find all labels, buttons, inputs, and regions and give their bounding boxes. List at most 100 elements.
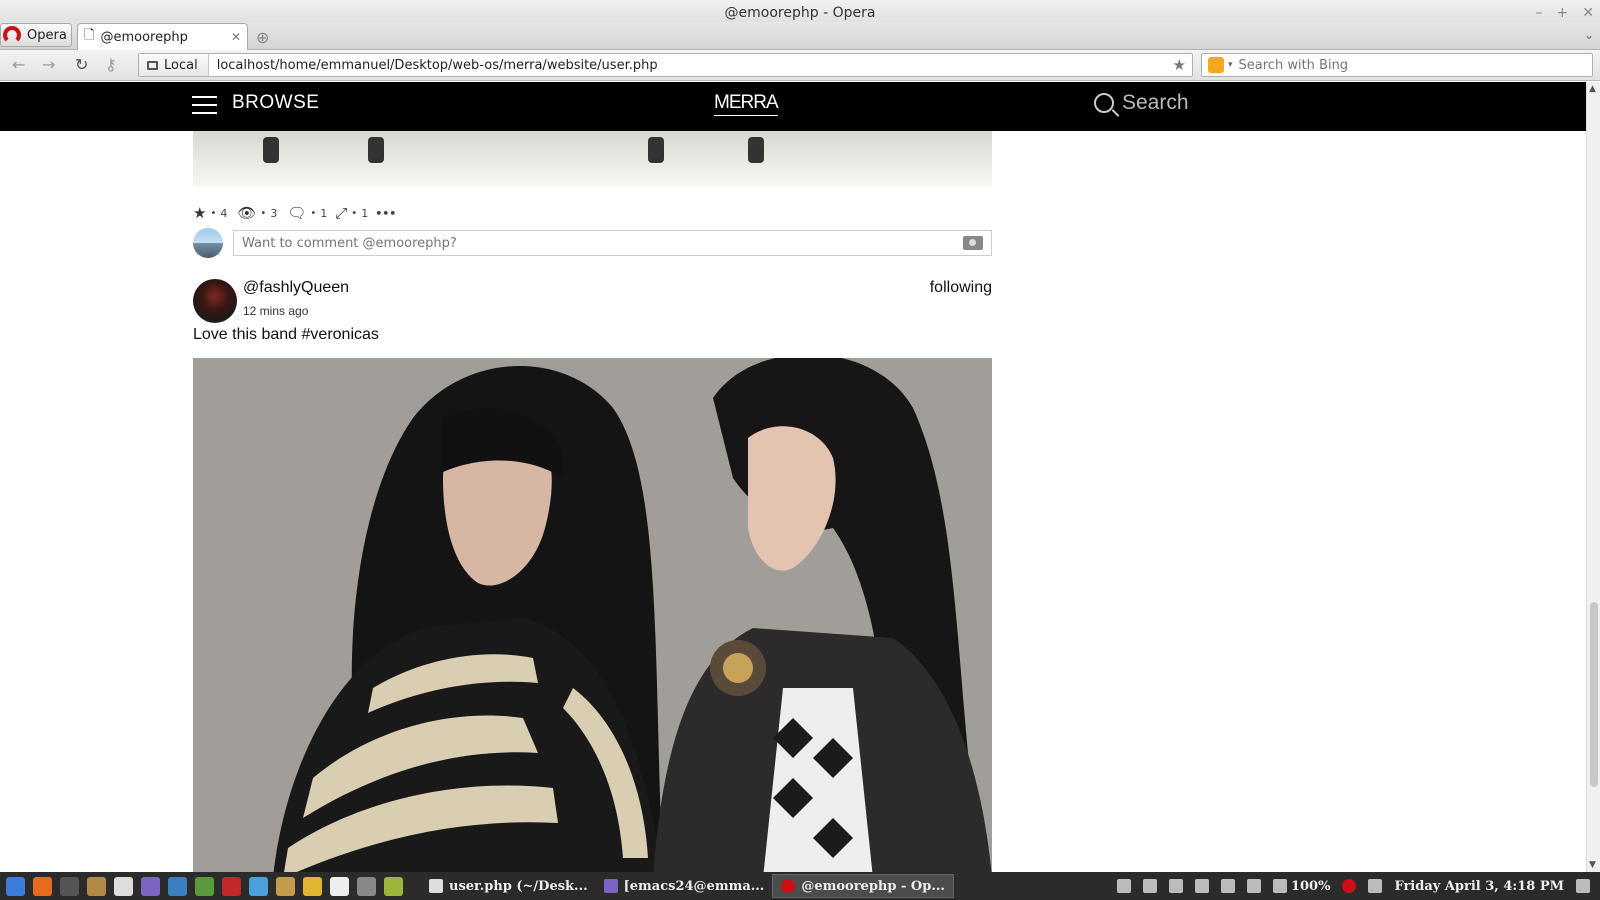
- page-icon: 🗋: [84, 28, 95, 43]
- navigation-bar: ← → ↻ ⚷ Local localhost/home/emmanuel/De…: [0, 50, 1600, 81]
- comment-box[interactable]: [233, 230, 992, 256]
- bookmark-star-icon[interactable]: ★: [1173, 56, 1192, 74]
- tab-label: @emoorephp: [100, 29, 188, 45]
- taskbar: user.php (~/Desk... [emacs24@emma... @em…: [0, 872, 1600, 900]
- page-viewport: BROWSE MERRA Search ★ • 4 👁 • 3 🗨 • 1 ⤢ • 1 …: [0, 82, 1586, 872]
- site-logo[interactable]: MERRA: [714, 92, 779, 116]
- opera-tray-icon[interactable]: [1342, 879, 1357, 893]
- opera-task-icon: [781, 879, 796, 893]
- post-stats: ★ • 4 👁 • 3 🗨 • 1 ⤢ • 1 •••: [193, 204, 397, 222]
- tab-strip: Opera 🗋 @emoorephp ✕ ⊕ ⌄: [0, 22, 1600, 50]
- task-user-php[interactable]: user.php (~/Desk...: [421, 874, 596, 898]
- opera-menu-label: Opera: [27, 27, 67, 43]
- camera-icon[interactable]: [963, 236, 983, 250]
- post-author-avatar[interactable]: [193, 279, 237, 323]
- battery-icon: [1272, 879, 1287, 893]
- search-box[interactable]: ▾: [1201, 53, 1593, 77]
- view-count: 3: [270, 206, 278, 220]
- task-opera[interactable]: @emoorephp - Op...: [772, 874, 954, 898]
- opera-menu-button[interactable]: Opera: [0, 23, 72, 47]
- window-title: @emoorephp - Opera: [724, 5, 876, 21]
- task-label: user.php (~/Desk...: [449, 878, 588, 894]
- star-icon[interactable]: ★: [193, 204, 206, 222]
- network-icon[interactable]: [1220, 879, 1235, 893]
- post-caption: Love this band #veronicas: [193, 326, 379, 343]
- system-tray: 100% Friday April 3, 4:18 PM: [1116, 878, 1600, 894]
- task-label: [emacs24@emma...: [623, 878, 765, 894]
- task-label: @emoorephp - Op...: [801, 878, 945, 894]
- browse-link[interactable]: BROWSE: [232, 92, 319, 114]
- security-badge[interactable]: Local: [139, 54, 209, 76]
- search-input[interactable]: [1232, 57, 1592, 73]
- launcher: [0, 876, 403, 896]
- forward-icon[interactable]: →: [42, 55, 55, 74]
- post-photo[interactable]: [193, 358, 992, 872]
- security-label: Local: [164, 57, 198, 73]
- archive-icon[interactable]: [276, 876, 295, 896]
- firefox-icon[interactable]: [33, 876, 52, 896]
- battery-level: 100%: [1290, 878, 1331, 894]
- follow-status-button[interactable]: following: [930, 279, 992, 297]
- site-search-button[interactable]: Search: [1094, 91, 1189, 115]
- document-icon[interactable]: [330, 876, 349, 896]
- scroll-thumb[interactable]: [1590, 602, 1598, 787]
- bing-icon[interactable]: [1208, 57, 1224, 73]
- back-icon[interactable]: ←: [12, 55, 25, 74]
- tab-list-chevron-icon[interactable]: ⌄: [1584, 28, 1594, 42]
- text-editor-icon[interactable]: [114, 876, 133, 896]
- notifications-icon[interactable]: [1576, 879, 1590, 893]
- share-icon[interactable]: ⤢: [335, 204, 347, 222]
- new-tab-icon[interactable]: ⊕: [256, 28, 269, 47]
- comment-row: [193, 228, 992, 258]
- previous-post-image[interactable]: [193, 131, 992, 187]
- close-tab-icon[interactable]: ✕: [231, 30, 241, 44]
- comment-icon[interactable]: 🗨: [287, 204, 306, 222]
- site-search-label: Search: [1122, 91, 1189, 114]
- scroll-up-icon[interactable]: ▲: [1589, 84, 1596, 94]
- comment-input[interactable]: [242, 235, 963, 251]
- share-count: 1: [361, 206, 369, 220]
- show-desktop-icon[interactable]: [1116, 879, 1131, 893]
- monitor-icon: [147, 60, 158, 70]
- hamburger-menu-icon[interactable]: [192, 96, 217, 114]
- photo-illustration: [193, 358, 992, 872]
- folder-icon[interactable]: [195, 876, 214, 896]
- browser-icon[interactable]: [249, 876, 268, 896]
- search-icon: [1094, 93, 1114, 113]
- text-file-icon: [429, 879, 443, 893]
- app-icon[interactable]: [384, 876, 403, 896]
- post-timestamp: 12 mins ago: [243, 304, 309, 318]
- avatar[interactable]: [193, 228, 223, 258]
- post-header: @fashlyQueen 12 mins ago following: [193, 279, 992, 325]
- skype-icon[interactable]: [1194, 879, 1209, 893]
- filezilla-icon[interactable]: [222, 876, 241, 896]
- task-emacs[interactable]: [emacs24@emma...: [596, 874, 773, 898]
- battery-indicator[interactable]: 100%: [1272, 878, 1331, 894]
- media-icon[interactable]: [357, 876, 376, 896]
- address-bar[interactable]: Local localhost/home/emmanuel/Desktop/we…: [138, 53, 1193, 77]
- apps-grid-icon[interactable]: [1142, 879, 1157, 893]
- user-icon[interactable]: [1168, 879, 1183, 893]
- clock[interactable]: Friday April 3, 4:18 PM: [1394, 879, 1564, 894]
- key-icon[interactable]: ⚷: [105, 55, 117, 74]
- post-author-username[interactable]: @fashlyQueen: [243, 279, 349, 297]
- comment-count: 1: [320, 206, 328, 220]
- tab-emoorephp[interactable]: 🗋 @emoorephp ✕: [77, 23, 248, 50]
- url-text[interactable]: localhost/home/emmanuel/Desktop/web-os/m…: [209, 58, 1173, 73]
- vertical-scrollbar[interactable]: ▲ ▼: [1586, 82, 1600, 872]
- emacs-icon[interactable]: [141, 876, 160, 896]
- image-viewer-icon[interactable]: [303, 876, 322, 896]
- terminal-icon[interactable]: [60, 876, 79, 896]
- site-header: BROWSE MERRA Search: [0, 82, 1586, 131]
- files-icon[interactable]: [87, 876, 106, 896]
- eye-icon: 👁: [237, 204, 257, 222]
- start-menu-icon[interactable]: [6, 876, 25, 896]
- shield-icon[interactable]: [1368, 879, 1383, 893]
- star-count: 4: [220, 206, 228, 220]
- emacs-task-icon: [603, 879, 618, 893]
- scroll-down-icon[interactable]: ▼: [1589, 860, 1596, 870]
- volume-icon[interactable]: [1246, 879, 1261, 893]
- reload-icon[interactable]: ↻: [75, 55, 88, 74]
- more-options-icon[interactable]: •••: [375, 207, 396, 220]
- writer-icon[interactable]: [168, 876, 187, 896]
